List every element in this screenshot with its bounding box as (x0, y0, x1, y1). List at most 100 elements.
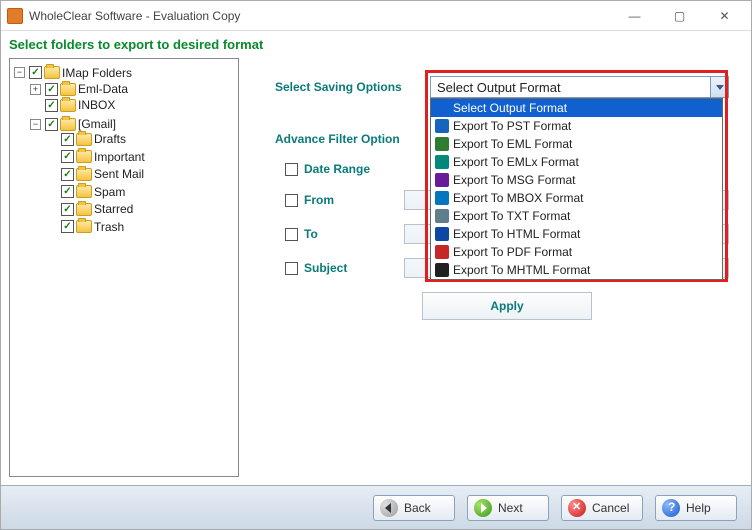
output-format-combo[interactable]: Select Output Format (430, 76, 729, 98)
from-checkbox[interactable] (285, 194, 298, 207)
dropdown-option-label: Export To MHTML Format (453, 263, 590, 277)
window-title: WholeClear Software - Evaluation Copy (29, 9, 612, 23)
format-icon (435, 155, 449, 169)
output-format-dropdown[interactable]: Select Output Format Export To PST Format… (430, 98, 723, 280)
folder-label[interactable]: [Gmail] (78, 117, 116, 131)
folder-icon (76, 203, 92, 216)
folder-checkbox[interactable] (61, 150, 74, 163)
subject-checkbox[interactable] (285, 262, 298, 275)
folder-label[interactable]: Spam (94, 185, 125, 199)
dropdown-option[interactable]: Export To EML Format (431, 135, 722, 153)
instruction-text: Select folders to export to desired form… (1, 31, 751, 58)
folder-label[interactable]: Important (94, 150, 145, 164)
folder-label[interactable]: Trash (94, 220, 124, 234)
close-button[interactable]: ✕ (702, 1, 747, 31)
dropdown-option[interactable]: Export To TXT Format (431, 207, 722, 225)
help-label: Help (686, 501, 711, 515)
folder-label[interactable]: IMap Folders (62, 66, 132, 80)
folder-checkbox[interactable] (61, 203, 74, 216)
folder-checkbox[interactable] (45, 83, 58, 96)
format-icon (435, 173, 449, 187)
dropdown-option-label: Export To MBOX Format (453, 191, 583, 205)
folder-label[interactable]: INBOX (78, 98, 115, 112)
dropdown-option[interactable]: Export To HTML Format (431, 225, 722, 243)
folder-label[interactable]: Sent Mail (94, 167, 144, 181)
back-label: Back (404, 501, 431, 515)
dropdown-option[interactable]: Export To MHTML Format (431, 261, 722, 279)
next-button[interactable]: Next (467, 495, 549, 521)
format-icon (435, 191, 449, 205)
format-icon (435, 137, 449, 151)
from-label: From (304, 193, 404, 207)
apply-label: Apply (490, 299, 523, 313)
folder-checkbox[interactable] (61, 220, 74, 233)
folder-checkbox[interactable] (61, 133, 74, 146)
cancel-icon (568, 499, 586, 517)
titlebar: WholeClear Software - Evaluation Copy — … (1, 1, 751, 31)
folder-icon (76, 185, 92, 198)
dropdown-option-label: Export To EML Format (453, 137, 572, 151)
saving-options-row: Select Saving Options Select Output Form… (275, 76, 729, 98)
folder-tree-panel[interactable]: − IMap Folders + Eml-Data (9, 58, 239, 477)
date-range-checkbox[interactable] (285, 163, 298, 176)
back-button[interactable]: Back (373, 495, 455, 521)
folder-checkbox[interactable] (29, 66, 42, 79)
dropdown-option[interactable]: Export To PDF Format (431, 243, 722, 261)
folder-icon (76, 220, 92, 233)
combo-selected-text: Select Output Format (431, 80, 710, 95)
options-panel: Select Saving Options Select Output Form… (245, 58, 743, 477)
dropdown-option[interactable]: Export To EMLx Format (431, 153, 722, 171)
folder-icon (76, 150, 92, 163)
apply-button[interactable]: Apply (422, 292, 592, 320)
format-icon (435, 263, 449, 277)
app-window: WholeClear Software - Evaluation Copy — … (0, 0, 752, 530)
close-icon: ✕ (719, 9, 729, 23)
saving-options-label: Select Saving Options (275, 80, 430, 94)
subject-label: Subject (304, 261, 404, 275)
dropdown-option-label: Export To TXT Format (453, 209, 570, 223)
maximize-button[interactable]: ▢ (657, 1, 702, 31)
folder-icon (76, 168, 92, 181)
format-icon (435, 245, 449, 259)
folder-icon (60, 99, 76, 112)
dropdown-option-label: Export To HTML Format (453, 227, 580, 241)
format-icon (435, 209, 449, 223)
folder-checkbox[interactable] (61, 168, 74, 181)
folder-icon (60, 83, 76, 96)
folder-tree: − IMap Folders + Eml-Data (12, 63, 236, 238)
expand-toggle[interactable]: − (30, 119, 41, 130)
folder-label[interactable]: Eml-Data (78, 82, 128, 96)
next-icon (474, 499, 492, 517)
dropdown-option[interactable]: Select Output Format (431, 99, 722, 117)
dropdown-option-label: Export To EMLx Format (453, 155, 579, 169)
chevron-down-icon[interactable] (710, 77, 728, 97)
folder-checkbox[interactable] (45, 118, 58, 131)
dropdown-option-label: Export To PDF Format (453, 245, 572, 259)
dropdown-option-label: Export To MSG Format (453, 173, 575, 187)
format-icon (435, 119, 449, 133)
back-icon (380, 499, 398, 517)
expand-spacer (30, 100, 41, 111)
dropdown-option-label: Export To PST Format (453, 119, 571, 133)
folder-icon (60, 118, 76, 131)
folder-label[interactable]: Starred (94, 202, 133, 216)
help-icon (662, 499, 680, 517)
expand-toggle[interactable]: + (30, 84, 41, 95)
folder-checkbox[interactable] (45, 99, 58, 112)
folder-label[interactable]: Drafts (94, 132, 126, 146)
minimize-button[interactable]: — (612, 1, 657, 31)
dropdown-option[interactable]: Export To PST Format (431, 117, 722, 135)
folder-checkbox[interactable] (61, 185, 74, 198)
maximize-icon: ▢ (674, 9, 685, 23)
dropdown-option[interactable]: Export To MSG Format (431, 171, 722, 189)
cancel-label: Cancel (592, 501, 629, 515)
help-button[interactable]: Help (655, 495, 737, 521)
next-label: Next (498, 501, 523, 515)
format-icon (435, 227, 449, 241)
to-checkbox[interactable] (285, 228, 298, 241)
bottom-button-bar: Back Next Cancel Help (1, 485, 751, 529)
expand-toggle[interactable]: − (14, 67, 25, 78)
dropdown-option[interactable]: Export To MBOX Format (431, 189, 722, 207)
to-label: To (304, 227, 404, 241)
cancel-button[interactable]: Cancel (561, 495, 643, 521)
